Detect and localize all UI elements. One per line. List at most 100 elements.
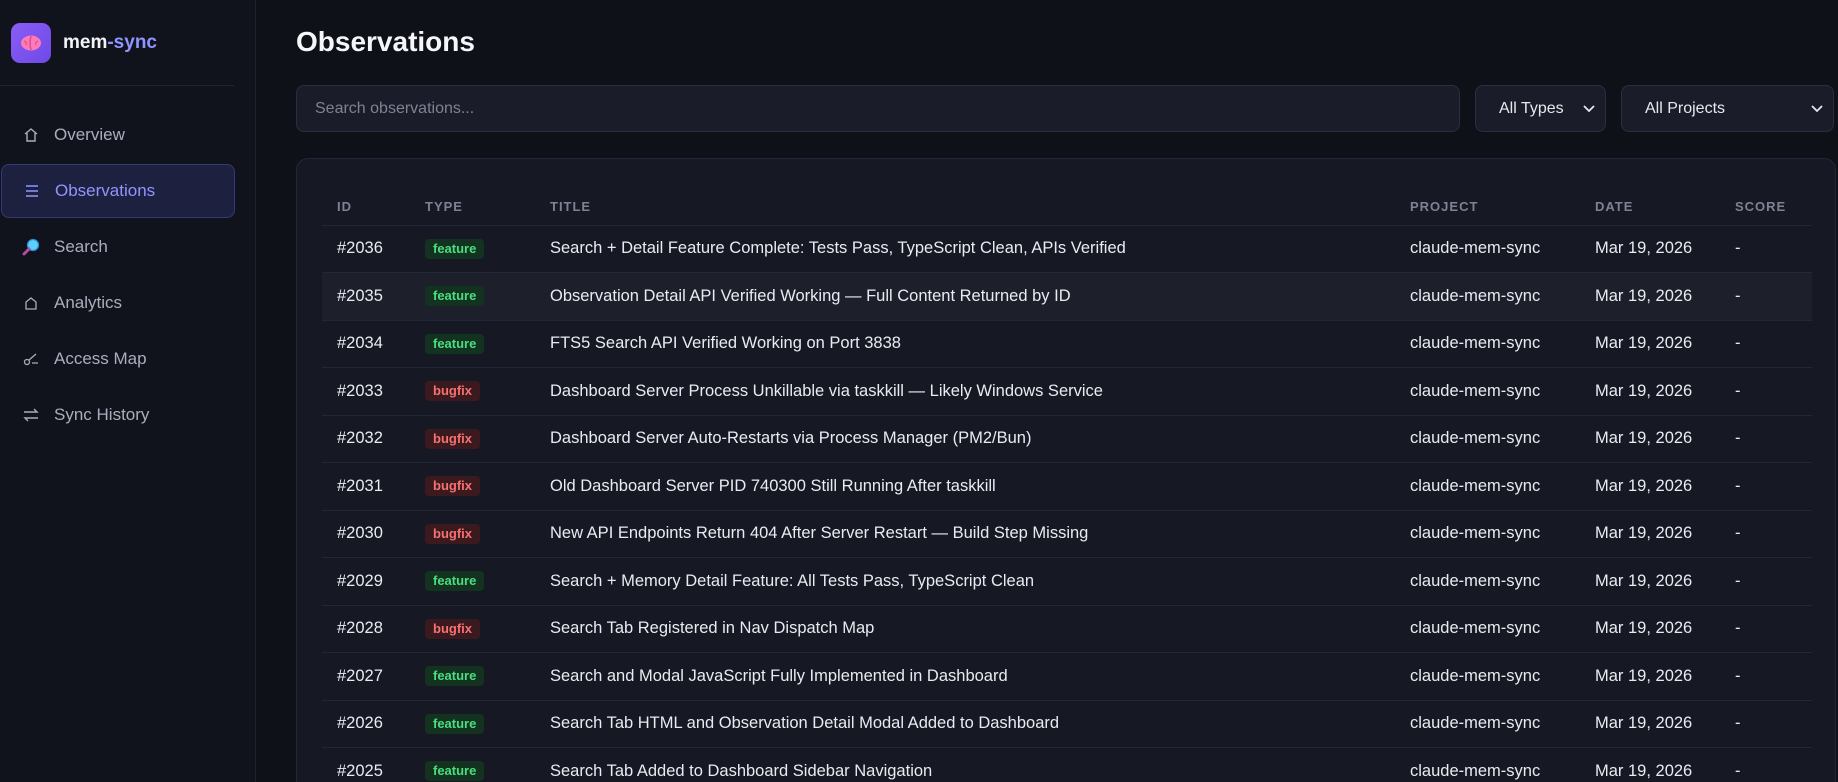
table-row[interactable]: #2027 feature Search and Modal JavaScript … bbox=[322, 652, 1812, 701]
cell-date: Mar 19, 2026 bbox=[1580, 747, 1720, 782]
sidebar-item-label: Sync History bbox=[54, 405, 150, 424]
cell-id: #2035 bbox=[322, 272, 410, 321]
table-header-row: ID TYPE TITLE PROJECT DATE SCORE bbox=[322, 189, 1812, 226]
column-header-id[interactable]: ID bbox=[322, 189, 410, 226]
table-row[interactable]: #2034 feature FTS5 Search API Verified Wor… bbox=[322, 320, 1812, 368]
cell-type: feature bbox=[410, 747, 535, 782]
cell-title: Search and Modal JavaScript Fully Implem… bbox=[535, 652, 1395, 701]
cell-type: feature bbox=[410, 700, 535, 748]
cell-project: claude-mem-sync bbox=[1395, 415, 1580, 463]
type-badge: bugfix bbox=[425, 476, 480, 497]
cell-type: feature bbox=[410, 652, 535, 701]
table-row[interactable]: #2029 feature Search + Memory Detail Featu… bbox=[322, 557, 1812, 606]
search-icon bbox=[20, 236, 42, 258]
cell-title: Old Dashboard Server PID 740300 Still Ru… bbox=[535, 462, 1395, 511]
analytics-icon bbox=[20, 292, 42, 314]
main-content: Observations All Types All Projects bbox=[256, 0, 1838, 782]
cell-project: claude-mem-sync bbox=[1395, 605, 1580, 653]
cell-title: New API Endpoints Return 404 After Serve… bbox=[535, 510, 1395, 558]
chevron-down-icon bbox=[1811, 100, 1823, 118]
filter-bar: All Types All Projects bbox=[296, 85, 1838, 133]
sidebar-item-access-map[interactable]: Access Map bbox=[0, 332, 235, 386]
sidebar-item-overview[interactable]: Overview bbox=[0, 108, 235, 162]
cell-project: claude-mem-sync bbox=[1395, 225, 1580, 273]
column-header-project[interactable]: PROJECT bbox=[1395, 189, 1580, 226]
cell-score: - bbox=[1720, 747, 1812, 782]
cell-score: - bbox=[1720, 272, 1812, 321]
sidebar-item-analytics[interactable]: Analytics bbox=[0, 276, 235, 330]
cell-score: - bbox=[1720, 415, 1812, 463]
sidebar-nav: Overview Observations Search Analytics A… bbox=[0, 86, 255, 442]
cell-date: Mar 19, 2026 bbox=[1580, 367, 1720, 416]
table-row[interactable]: #2031 bugfix Old Dashboard Server PID 7403… bbox=[322, 462, 1812, 511]
project-filter-value: All Projects bbox=[1645, 99, 1726, 117]
table-row[interactable]: #2025 feature Search Tab Added to Dashboar… bbox=[322, 747, 1812, 782]
table-row[interactable]: #2028 bugfix Search Tab Registered in Nav … bbox=[322, 605, 1812, 653]
cell-id: #2026 bbox=[322, 700, 410, 748]
type-badge: bugfix bbox=[425, 428, 480, 449]
cell-project: claude-mem-sync bbox=[1395, 747, 1580, 782]
type-badge: bugfix bbox=[425, 618, 480, 639]
cell-id: #2028 bbox=[322, 605, 410, 653]
cell-score: - bbox=[1720, 605, 1812, 653]
column-header-date[interactable]: DATE bbox=[1580, 189, 1720, 226]
table-row[interactable]: #2035 feature Observation Detail API Verif… bbox=[322, 272, 1812, 321]
cell-score: - bbox=[1720, 652, 1812, 701]
sidebar-item-observations[interactable]: Observations bbox=[1, 164, 235, 218]
brand: mem-sync bbox=[0, 0, 234, 86]
list-icon bbox=[21, 180, 43, 202]
column-header-type[interactable]: TYPE bbox=[410, 189, 535, 226]
cell-type: bugfix bbox=[410, 462, 535, 511]
cell-date: Mar 19, 2026 bbox=[1580, 320, 1720, 368]
brand-name: mem-sync bbox=[63, 32, 157, 54]
cell-date: Mar 19, 2026 bbox=[1580, 272, 1720, 321]
type-badge: feature bbox=[425, 713, 485, 734]
cell-date: Mar 19, 2026 bbox=[1580, 557, 1720, 606]
cell-date: Mar 19, 2026 bbox=[1580, 225, 1720, 273]
sidebar-item-label: Analytics bbox=[54, 293, 123, 312]
type-badge: feature bbox=[425, 333, 485, 354]
type-badge: feature bbox=[425, 571, 485, 592]
cell-score: - bbox=[1720, 225, 1812, 273]
table-row[interactable]: #2026 feature Search Tab HTML and Observat… bbox=[322, 700, 1812, 748]
cell-project: claude-mem-sync bbox=[1395, 652, 1580, 701]
type-filter-select[interactable]: All Types bbox=[1475, 85, 1606, 132]
cell-id: #2027 bbox=[322, 652, 410, 701]
search-input[interactable] bbox=[296, 85, 1460, 132]
cell-project: claude-mem-sync bbox=[1395, 510, 1580, 558]
type-badge: feature bbox=[425, 761, 485, 782]
cell-date: Mar 19, 2026 bbox=[1580, 605, 1720, 653]
sidebar-item-sync-history[interactable]: Sync History bbox=[0, 388, 235, 442]
sidebar-item-search[interactable]: Search bbox=[0, 220, 235, 274]
table-row[interactable]: #2033 bugfix Dashboard Server Process Unki… bbox=[322, 367, 1812, 416]
column-header-title[interactable]: TITLE bbox=[535, 189, 1395, 226]
cell-title: Observation Detail API Verified Working … bbox=[535, 272, 1395, 321]
project-filter-select[interactable]: All Projects bbox=[1621, 85, 1834, 132]
sync-icon bbox=[20, 404, 42, 426]
type-filter-value: All Types bbox=[1499, 99, 1564, 117]
table-row[interactable]: #2032 bugfix Dashboard Server Auto-Restart… bbox=[322, 415, 1812, 463]
table-row[interactable]: #2036 feature Search + Detail Feature Comp… bbox=[322, 225, 1812, 273]
sidebar-item-label: Overview bbox=[54, 125, 125, 144]
cell-type: feature bbox=[410, 272, 535, 321]
cell-type: bugfix bbox=[410, 367, 535, 416]
home-icon bbox=[20, 124, 42, 146]
cell-score: - bbox=[1720, 462, 1812, 511]
page-title: Observations bbox=[296, 26, 475, 57]
cell-id: #2030 bbox=[322, 510, 410, 558]
table-body: #2036 feature Search + Detail Feature Comp… bbox=[322, 225, 1812, 782]
cell-title: Dashboard Server Process Unkillable via … bbox=[535, 367, 1395, 416]
cell-type: feature bbox=[410, 225, 535, 273]
cell-date: Mar 19, 2026 bbox=[1580, 700, 1720, 748]
sidebar-item-label: Observations bbox=[55, 181, 156, 200]
observations-table: ID TYPE TITLE PROJECT DATE SCORE #2036 fe… bbox=[322, 189, 1812, 782]
cell-title: Search Tab Registered in Nav Dispatch Ma… bbox=[535, 605, 1395, 653]
brain-logo-icon bbox=[11, 22, 51, 63]
type-badge: bugfix bbox=[425, 523, 480, 544]
cell-type: bugfix bbox=[410, 605, 535, 653]
cell-id: #2033 bbox=[322, 367, 410, 416]
cell-date: Mar 19, 2026 bbox=[1580, 415, 1720, 463]
column-header-score[interactable]: SCORE bbox=[1720, 189, 1812, 226]
cell-project: claude-mem-sync bbox=[1395, 462, 1580, 511]
table-row[interactable]: #2030 bugfix New API Endpoints Return 404 … bbox=[322, 510, 1812, 558]
